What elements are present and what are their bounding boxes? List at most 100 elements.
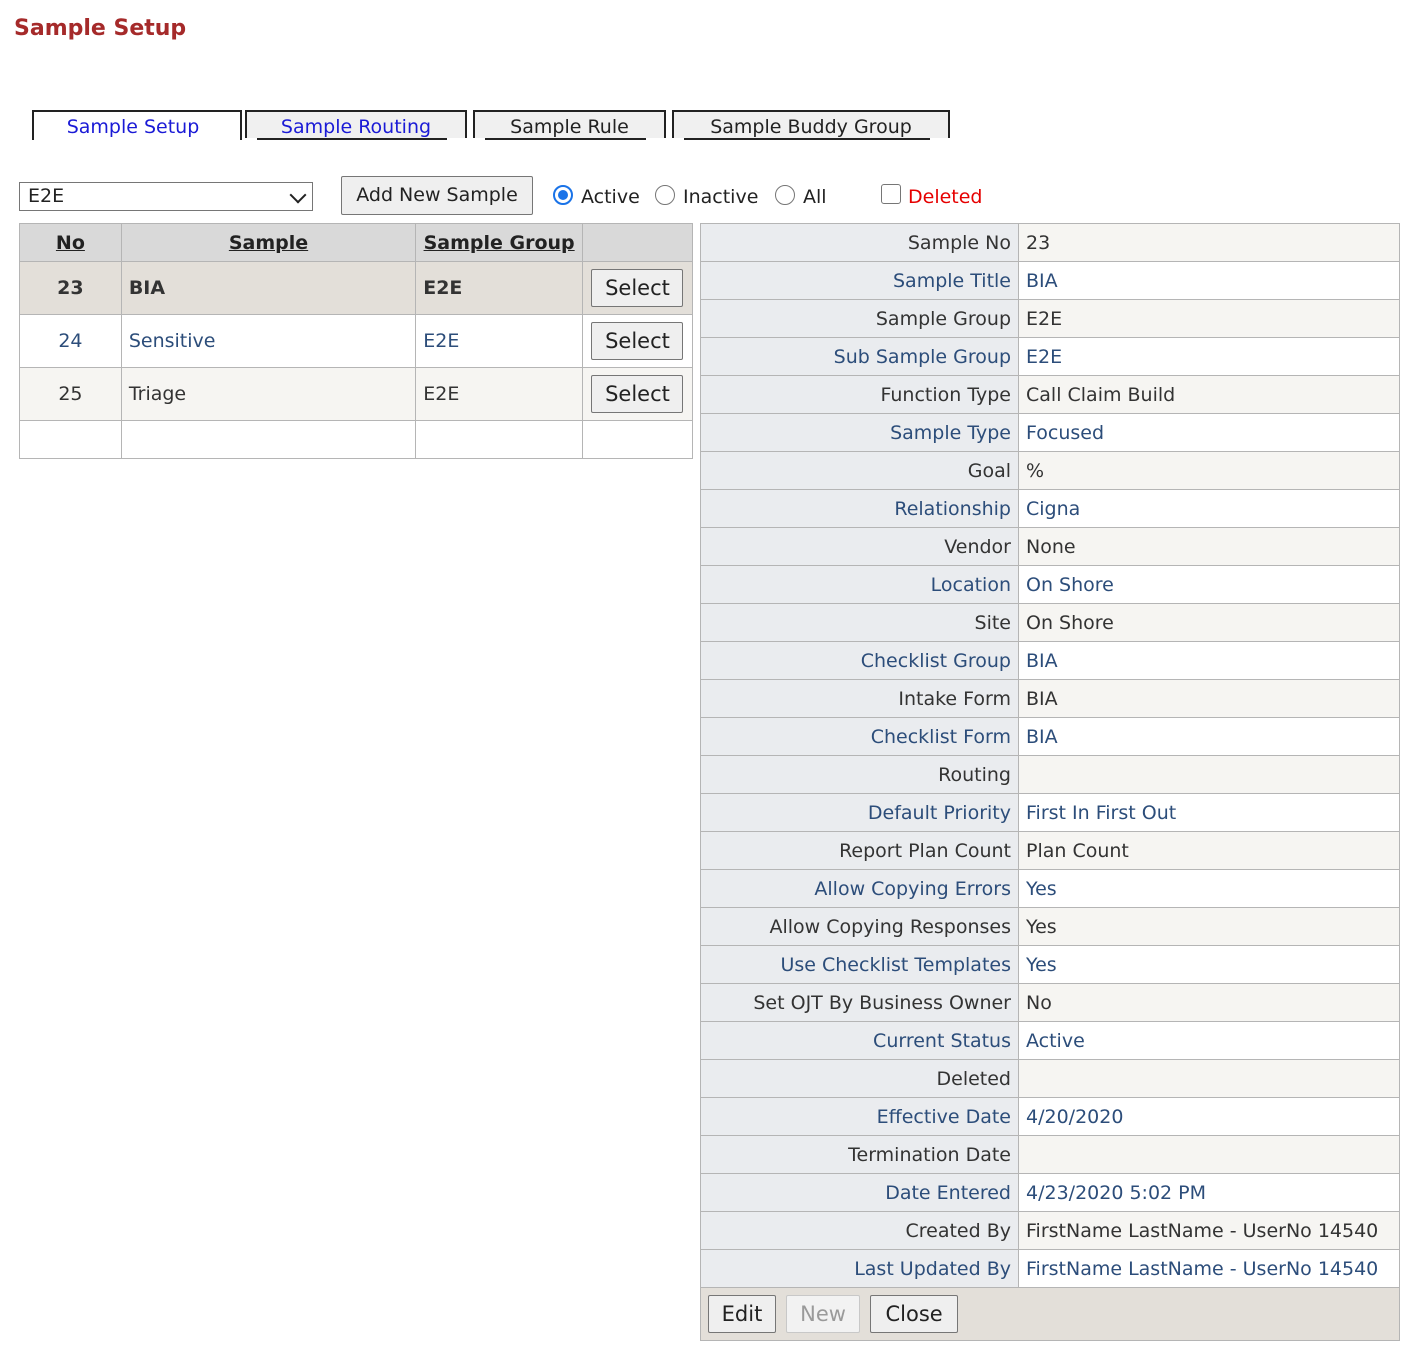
detail-row: Date Entered 4/23/2020 5:02 PM bbox=[700, 1173, 1400, 1212]
detail-label: Current Status bbox=[700, 1021, 1019, 1060]
column-header-no[interactable]: No bbox=[19, 223, 122, 262]
tab-label: Sample Rule bbox=[510, 116, 629, 138]
page-title: Sample Setup bbox=[14, 16, 187, 41]
cell-group: E2E bbox=[415, 314, 583, 368]
cell-sample: Triage bbox=[120, 367, 417, 421]
radio-all-label: All bbox=[803, 186, 827, 208]
empty-cell bbox=[581, 420, 694, 459]
empty-cell bbox=[19, 420, 122, 459]
radio-inactive[interactable] bbox=[655, 185, 675, 205]
detail-label: Created By bbox=[700, 1211, 1019, 1250]
detail-label: Date Entered bbox=[700, 1173, 1019, 1212]
detail-value: Yes bbox=[1018, 945, 1400, 984]
detail-label: Function Type bbox=[700, 375, 1019, 414]
add-new-sample-button[interactable]: Add New Sample bbox=[341, 176, 533, 215]
tab-label: Sample Setup bbox=[66, 116, 200, 138]
detail-value bbox=[1018, 1059, 1400, 1098]
detail-value: BIA bbox=[1018, 641, 1400, 680]
detail-value: FirstName LastName - UserNo 14540 bbox=[1018, 1249, 1400, 1288]
tab-label: Sample Buddy Group bbox=[710, 116, 912, 138]
detail-row: Sample Type Focused bbox=[700, 413, 1400, 452]
detail-row: Relationship Cigna bbox=[700, 489, 1400, 528]
cell-action: Select bbox=[581, 314, 694, 368]
tab-sample-rule[interactable]: Sample Rule bbox=[473, 110, 666, 140]
cell-group: E2E bbox=[415, 261, 583, 315]
select-button[interactable]: Select bbox=[591, 269, 684, 307]
new-button[interactable]: New bbox=[786, 1295, 861, 1333]
detail-label: Sub Sample Group bbox=[700, 337, 1019, 376]
detail-value: Active bbox=[1018, 1021, 1400, 1060]
detail-row: Termination Date bbox=[700, 1135, 1400, 1174]
select-button[interactable]: Select bbox=[591, 375, 684, 413]
detail-row: Intake Form BIA bbox=[700, 679, 1400, 718]
column-header-sample-group[interactable]: Sample Group bbox=[415, 223, 583, 262]
detail-row: Sample No 23 bbox=[700, 223, 1400, 262]
detail-value: Cigna bbox=[1018, 489, 1400, 528]
select-button[interactable]: Select bbox=[591, 322, 684, 360]
detail-label: Routing bbox=[700, 755, 1019, 794]
column-header-sample[interactable]: Sample bbox=[120, 223, 417, 262]
tab-sample-routing[interactable]: Sample Routing bbox=[245, 110, 467, 140]
radio-inactive-label: Inactive bbox=[683, 186, 759, 208]
detail-row: Vendor None bbox=[700, 527, 1400, 566]
edit-button[interactable]: Edit bbox=[708, 1295, 776, 1333]
detail-label: Sample Group bbox=[700, 299, 1019, 338]
detail-row: Set OJT By Business Owner No bbox=[700, 983, 1400, 1022]
cell-sample: BIA bbox=[120, 261, 417, 315]
detail-value: BIA bbox=[1018, 261, 1400, 300]
detail-value: Yes bbox=[1018, 869, 1400, 908]
cell-sample: Sensitive bbox=[120, 314, 417, 368]
detail-label: Allow Copying Responses bbox=[700, 907, 1019, 946]
cell-action: Select bbox=[581, 261, 694, 315]
empty-cell bbox=[415, 420, 583, 459]
detail-row: Checklist Form BIA bbox=[700, 717, 1400, 756]
detail-label: Last Updated By bbox=[700, 1249, 1019, 1288]
tab-sample-buddy-group[interactable]: Sample Buddy Group bbox=[672, 110, 950, 140]
detail-label: Vendor bbox=[700, 527, 1019, 566]
detail-value: Plan Count bbox=[1018, 831, 1400, 870]
detail-row: Effective Date 4/20/2020 bbox=[700, 1097, 1400, 1136]
detail-row: Sub Sample Group E2E bbox=[700, 337, 1400, 376]
detail-value: BIA bbox=[1018, 717, 1400, 756]
detail-value: None bbox=[1018, 527, 1400, 566]
table-row: 23 BIA E2E Select bbox=[19, 261, 694, 315]
detail-row: Deleted bbox=[700, 1059, 1400, 1098]
sample-group-select[interactable]: E2E bbox=[19, 182, 313, 211]
tab-label: Sample Routing bbox=[280, 116, 432, 138]
detail-value bbox=[1018, 755, 1400, 794]
select-value: E2E bbox=[28, 185, 65, 207]
detail-value: Yes bbox=[1018, 907, 1400, 946]
close-button[interactable]: Close bbox=[870, 1295, 959, 1333]
radio-active[interactable] bbox=[553, 185, 573, 205]
detail-row: Default Priority First In First Out bbox=[700, 793, 1400, 832]
cell-no: 24 bbox=[19, 314, 122, 368]
deleted-checkbox[interactable] bbox=[881, 184, 901, 204]
detail-label: Goal bbox=[700, 451, 1019, 490]
detail-label: Termination Date bbox=[700, 1135, 1019, 1174]
column-header-action bbox=[581, 223, 694, 262]
table-row: 24 Sensitive E2E Select bbox=[19, 314, 694, 368]
detail-value: On Shore bbox=[1018, 603, 1400, 642]
detail-row: Sample Group E2E bbox=[700, 299, 1400, 338]
detail-label: Effective Date bbox=[700, 1097, 1019, 1136]
chevron-down-icon bbox=[289, 186, 307, 204]
detail-row: Site On Shore bbox=[700, 603, 1400, 642]
detail-value: Focused bbox=[1018, 413, 1400, 452]
detail-value: E2E bbox=[1018, 299, 1400, 338]
detail-row: Routing bbox=[700, 755, 1400, 794]
sample-grid: No Sample Sample Group 23 BIA E2E Select… bbox=[19, 223, 694, 459]
detail-value: % bbox=[1018, 451, 1400, 490]
radio-all[interactable] bbox=[775, 185, 795, 205]
deleted-label: Deleted bbox=[908, 186, 983, 208]
detail-value: First In First Out bbox=[1018, 793, 1400, 832]
cell-no: 23 bbox=[19, 261, 122, 315]
detail-row: Last Updated By FirstName LastName - User… bbox=[700, 1249, 1400, 1288]
tab-sample-setup[interactable]: Sample Setup bbox=[32, 110, 242, 140]
detail-label: Checklist Form bbox=[700, 717, 1019, 756]
cell-group: E2E bbox=[415, 367, 583, 421]
detail-label: Deleted bbox=[700, 1059, 1019, 1098]
table-row: 25 Triage E2E Select bbox=[19, 367, 694, 421]
detail-label: Use Checklist Templates bbox=[700, 945, 1019, 984]
detail-value: 4/23/2020 5:02 PM bbox=[1018, 1173, 1400, 1212]
detail-row: Allow Copying Errors Yes bbox=[700, 869, 1400, 908]
